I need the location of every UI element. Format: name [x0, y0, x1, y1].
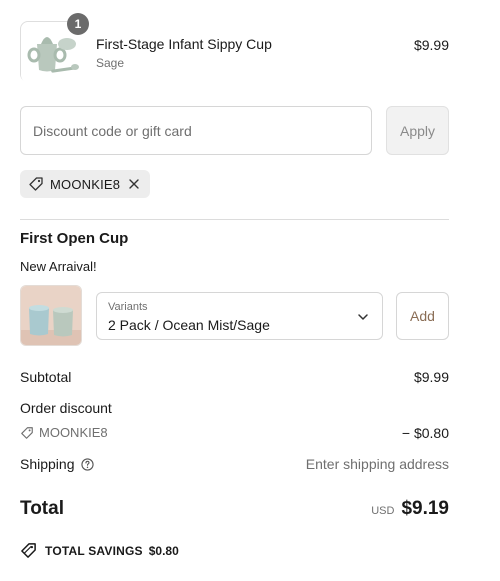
total-savings-amount: $0.80 [148, 543, 179, 558]
apply-discount-button[interactable]: Apply [386, 106, 449, 155]
tag-icon [21, 426, 33, 439]
quantity-badge: 1 [67, 13, 89, 35]
add-upsell-button[interactable]: Add [396, 292, 449, 340]
subtotal-value: $9.99 [413, 369, 449, 385]
product-name: First-Stage Infant Sippy Cup [96, 36, 272, 52]
upsell-title: First Open Cup [20, 230, 129, 247]
close-icon[interactable] [128, 178, 140, 190]
total-savings-row: TOTAL SAVINGS $0.80 [20, 542, 179, 559]
total-label: Total [20, 498, 64, 519]
upsell-subtitle: New Arraival! [20, 259, 97, 274]
section-divider [20, 219, 449, 220]
shipping-row: Shipping [20, 456, 94, 472]
variant-selected-value: 2 Pack / Ocean Mist/Sage [108, 317, 270, 333]
order-discount-value: − $0.80 [401, 425, 449, 441]
order-discount-code-row: MOONKIE8 [20, 425, 108, 440]
product-variant: Sage [96, 56, 125, 70]
subtotal-label: Subtotal [20, 369, 72, 385]
upsell-product-thumbnail [20, 285, 82, 346]
discount-code-input[interactable] [20, 106, 372, 155]
open-cup-pair-image [21, 286, 81, 345]
help-circle-icon[interactable] [80, 457, 94, 471]
applied-discount-chip: MOONKIE8 [20, 170, 150, 198]
applied-discount-code: MOONKIE8 [50, 176, 121, 192]
variant-select[interactable]: Variants 2 Pack / Ocean Mist/Sage [96, 292, 383, 340]
chevron-down-icon [358, 314, 368, 320]
total-currency: USD [371, 505, 395, 517]
shipping-value: Enter shipping address [305, 456, 449, 472]
order-discount-label: Order discount [20, 400, 112, 416]
remove-discount-button[interactable] [128, 178, 140, 190]
total-savings-label: TOTAL SAVINGS [45, 543, 143, 558]
product-price: $9.99 [413, 37, 449, 53]
variant-caption: Variants [108, 301, 148, 313]
order-discount-code: MOONKIE8 [39, 425, 108, 440]
tag-icon [21, 543, 36, 558]
total-value-group: USD $9.19 [371, 498, 449, 520]
total-amount: $9.19 [401, 498, 449, 519]
tag-icon [29, 177, 43, 191]
shipping-label: Shipping [20, 456, 75, 472]
